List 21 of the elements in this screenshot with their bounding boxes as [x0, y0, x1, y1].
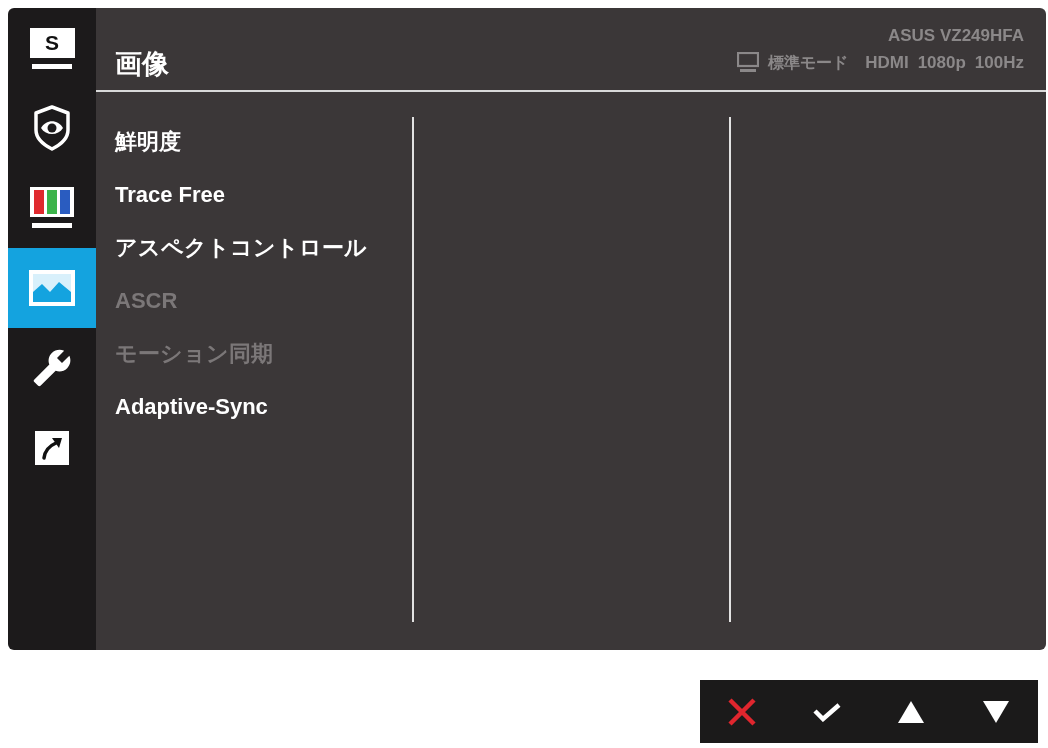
- down-triangle-icon: [982, 700, 1009, 723]
- menu-item[interactable]: 鮮明度: [115, 115, 181, 168]
- menu-title: 画像: [115, 48, 169, 80]
- mode-text: 標準モード: [768, 53, 849, 73]
- letter-icon: S: [29, 27, 75, 69]
- model-name: ASUS VZ249HFA: [887, 25, 1024, 46]
- menu-item[interactable]: アスペクトコントロール: [115, 221, 367, 274]
- picture-icon: [29, 270, 75, 306]
- menu-item[interactable]: Trace Free: [115, 168, 226, 221]
- color-bars-icon: [30, 187, 74, 229]
- menu-item[interactable]: Adaptive-Sync: [115, 380, 268, 433]
- check-icon: [812, 701, 841, 722]
- resolution-text: 1080p: [917, 52, 966, 73]
- sidebar-tab[interactable]: S: [8, 8, 96, 88]
- eye-shield-icon: [33, 105, 71, 151]
- input-text: HDMI: [865, 52, 909, 73]
- close-icon: [728, 697, 757, 726]
- up-triangle-icon: [898, 700, 925, 723]
- refresh-rate-text: 100Hz: [974, 52, 1024, 73]
- wrench-icon: [32, 348, 72, 388]
- monitor-icon: [737, 52, 760, 73]
